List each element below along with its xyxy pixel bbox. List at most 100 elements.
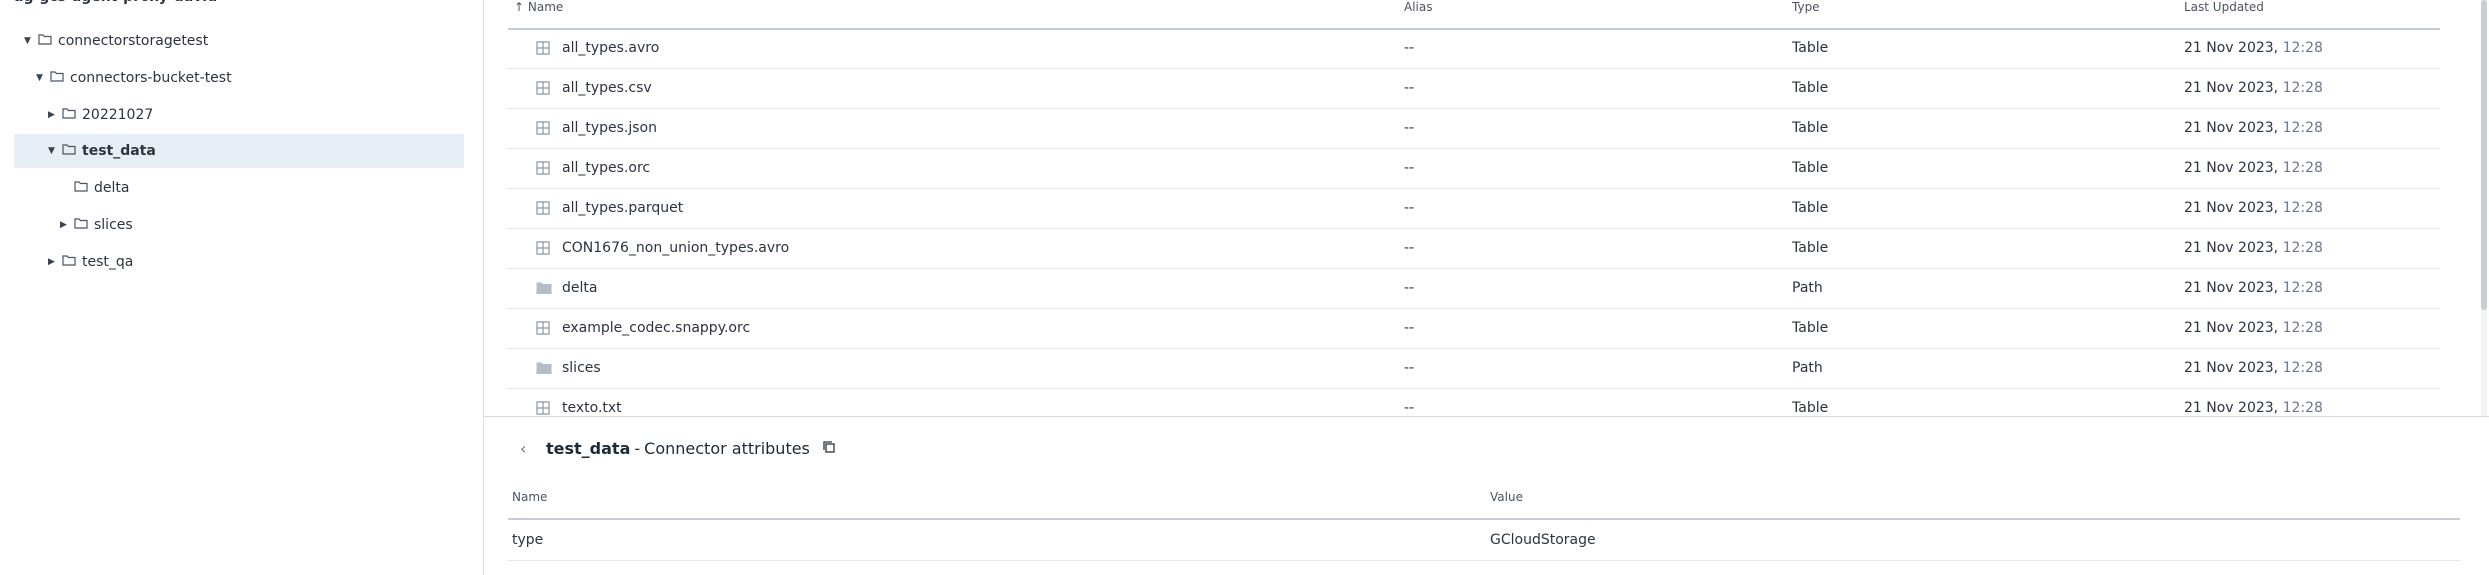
row-alias: --: [1404, 120, 1415, 136]
tree-item-label: connectorstoragetest: [58, 33, 209, 49]
row-type: Path: [1792, 360, 1823, 376]
row-last-updated: 21 Nov 2023, 12:28: [2184, 120, 2323, 136]
table-icon: [536, 201, 550, 215]
table-row[interactable]: CON1676_non_union_types.avro -- Table 21…: [508, 228, 2440, 269]
attr-name: type: [512, 532, 544, 548]
chevron-right-icon[interactable]: ▶: [48, 257, 60, 267]
folder-icon: [38, 33, 52, 49]
row-last-updated: 21 Nov 2023, 12:28: [2184, 240, 2323, 256]
table-icon: [536, 401, 550, 415]
back-chevron-icon[interactable]: ‹: [520, 439, 546, 458]
chevron-down-icon[interactable]: ▼: [48, 146, 60, 156]
tree-item-connectors-bucket-test[interactable]: ▼ connectors-bucket-test: [36, 61, 232, 95]
tree-item-slices[interactable]: ▶ slices: [60, 208, 133, 242]
row-name[interactable]: CON1676_non_union_types.avro: [562, 228, 789, 268]
table-icon: [536, 321, 550, 335]
tree-item-20221027[interactable]: ▶ 20221027: [48, 98, 153, 132]
tree-item-label: connectors-bucket-test: [70, 70, 232, 86]
row-type: Table: [1792, 320, 1829, 336]
row-last-updated: 21 Nov 2023, 12:28: [2184, 80, 2323, 96]
row-type: Table: [1792, 40, 1829, 56]
column-header-type[interactable]: Type: [1792, 0, 1820, 14]
tree-item-delta[interactable]: delta: [60, 171, 129, 205]
attr-value: GCloudStorage: [1490, 532, 1596, 548]
table-icon: [536, 241, 550, 255]
row-type: Table: [1792, 400, 1829, 416]
folder-icon: [62, 143, 76, 159]
row-last-updated: 21 Nov 2023, 12:28: [2184, 40, 2323, 56]
row-alias: --: [1404, 200, 1415, 216]
row-type: Table: [1792, 80, 1829, 96]
row-name[interactable]: all_types.csv: [562, 68, 652, 108]
table-icon: [536, 161, 550, 175]
tree-item-test_data[interactable]: ▼ test_data: [14, 134, 464, 168]
column-header-alias[interactable]: Alias: [1404, 0, 1432, 14]
row-type: Table: [1792, 240, 1829, 256]
sort-ascending-icon: ↑: [514, 0, 525, 14]
panel-title-separator: -: [634, 438, 641, 458]
row-name[interactable]: all_types.parquet: [562, 188, 683, 228]
row-name[interactable]: texto.txt: [562, 388, 622, 416]
table-scrollbar-thumb[interactable]: [2481, 0, 2487, 310]
row-alias: --: [1404, 360, 1415, 376]
row-last-updated: 21 Nov 2023, 12:28: [2184, 360, 2323, 376]
row-alias: --: [1404, 80, 1415, 96]
row-name[interactable]: all_types.avro: [562, 28, 659, 68]
attr-column-value[interactable]: Value: [1490, 490, 1523, 504]
chevron-down-icon[interactable]: ▼: [24, 36, 36, 46]
folder-icon: [536, 281, 552, 295]
table-row[interactable]: all_types.avro -- Table 21 Nov 2023, 12:…: [508, 28, 2440, 69]
row-alias: --: [1404, 280, 1415, 296]
table-body: all_types.avro -- Table 21 Nov 2023, 12:…: [508, 28, 2440, 416]
tree-item-connectorstoragetest[interactable]: ▼ connectorstoragetest: [24, 24, 208, 58]
folder-icon: [62, 254, 76, 270]
tree-item-label: test_data: [82, 143, 156, 159]
tree-item-label: slices: [94, 217, 133, 233]
chevron-right-icon[interactable]: ▶: [48, 110, 60, 120]
tree-item-test_qa[interactable]: ▶ test_qa: [48, 245, 133, 279]
row-type: Table: [1792, 120, 1829, 136]
table-icon: [536, 41, 550, 55]
attribute-row[interactable]: type GCloudStorage: [508, 520, 2460, 561]
table-row[interactable]: slices -- Path 21 Nov 2023, 12:28: [508, 348, 2440, 389]
row-alias: --: [1404, 400, 1415, 416]
row-name[interactable]: slices: [562, 348, 601, 388]
table-icon: [536, 81, 550, 95]
row-last-updated: 21 Nov 2023, 12:28: [2184, 400, 2323, 416]
folder-icon: [536, 361, 552, 375]
folder-icon: [62, 107, 76, 123]
connection-label[interactable]: ag-gcs-agent-proxy-david: [14, 0, 217, 5]
attr-column-name[interactable]: Name: [512, 490, 547, 504]
folder-icon: [50, 70, 64, 86]
row-name[interactable]: delta: [562, 268, 597, 308]
table-header: ↑ Name Alias Type Last Updated: [508, 0, 2440, 30]
panel-title-text: Connector attributes: [644, 438, 810, 458]
table-row[interactable]: delta -- Path 21 Nov 2023, 12:28: [508, 268, 2440, 309]
table-row[interactable]: all_types.parquet -- Table 21 Nov 2023, …: [508, 188, 2440, 229]
panel-divider[interactable]: [484, 416, 2489, 417]
column-header-last-updated[interactable]: Last Updated: [2184, 0, 2264, 14]
tree-item-label: 20221027: [82, 107, 154, 123]
tree-item-label: test_qa: [82, 254, 134, 270]
chevron-down-icon[interactable]: ▼: [36, 73, 48, 83]
chevron-right-icon[interactable]: ▶: [60, 220, 72, 230]
row-type: Table: [1792, 200, 1829, 216]
table-row[interactable]: all_types.orc -- Table 21 Nov 2023, 12:2…: [508, 148, 2440, 189]
row-name[interactable]: all_types.json: [562, 108, 657, 148]
table-row[interactable]: example_codec.snappy.orc -- Table 21 Nov…: [508, 308, 2440, 349]
folder-icon: [74, 180, 88, 196]
copy-icon[interactable]: [822, 439, 836, 458]
tree-item-label: delta: [94, 180, 130, 196]
row-last-updated: 21 Nov 2023, 12:28: [2184, 160, 2323, 176]
table-row[interactable]: texto.txt -- Table 21 Nov 2023, 12:28: [508, 388, 2440, 416]
row-name[interactable]: example_codec.snappy.orc: [562, 308, 750, 348]
row-alias: --: [1404, 240, 1415, 256]
row-type: Path: [1792, 280, 1823, 296]
table-row[interactable]: all_types.json -- Table 21 Nov 2023, 12:…: [508, 108, 2440, 149]
column-header-name[interactable]: ↑ Name: [514, 0, 563, 14]
row-last-updated: 21 Nov 2023, 12:28: [2184, 320, 2323, 336]
main-pane: ↑ Name Alias Type Last Updated all_types…: [484, 0, 2489, 575]
table-row[interactable]: all_types.csv -- Table 21 Nov 2023, 12:2…: [508, 68, 2440, 109]
row-name[interactable]: all_types.orc: [562, 148, 650, 188]
row-last-updated: 21 Nov 2023, 12:28: [2184, 200, 2323, 216]
